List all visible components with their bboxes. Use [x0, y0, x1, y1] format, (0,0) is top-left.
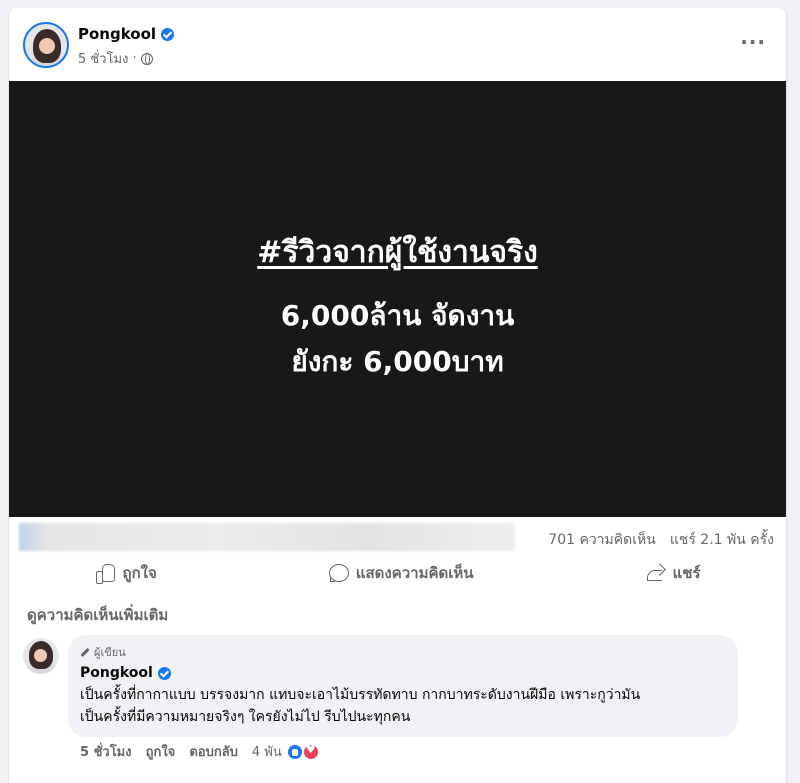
like-button[interactable]: ถูกใจ [95, 561, 157, 585]
share-button[interactable]: แชร์ [645, 561, 701, 585]
post-card: Pongkool 5 ชั่วโมง · ··· #รีวิวจากผู้ใช้… [9, 8, 786, 783]
comment-reactions[interactable]: 4 พัน [252, 741, 320, 762]
more-options-icon[interactable]: ··· [740, 30, 766, 54]
avatar-face [34, 649, 47, 662]
globe-icon [140, 52, 153, 65]
image-title: #รีวิวจากผู้ใช้งานจริง [257, 235, 538, 270]
comment-button[interactable]: แสดงความคิดเห็น [328, 561, 474, 585]
heart-reaction-icon [301, 742, 320, 761]
comment-text: เป็นครั้งที่กากาแบบ บรรจงมาก แทบจะเอาไม้… [80, 684, 726, 728]
pencil-icon [80, 647, 90, 657]
post-time[interactable]: 5 ชั่วโมง [78, 48, 128, 69]
stats-counts: 701 ความคิดเห็น แชร์ 2.1 พัน ครั้ง [548, 529, 774, 551]
comment-author-name[interactable]: Pongkool [80, 665, 153, 681]
author-avatar[interactable] [23, 22, 69, 68]
dot-separator: · [132, 51, 137, 66]
post-header: Pongkool 5 ชั่วโมง · ··· [9, 8, 786, 80]
author-badge-label: ผู้เขียน [94, 646, 126, 659]
post-stats: 701 ความคิดเห็น แชร์ 2.1 พัน ครั้ง [9, 517, 786, 557]
comment-time[interactable]: 5 ชั่วโมง [80, 741, 132, 762]
image-text-line-2: ยังกะ 6,000บาท [291, 345, 504, 378]
comment-bubble: ผู้เขียน Pongkool เป็นครั้งที่กากาแบบ บร… [68, 635, 738, 737]
comments-count[interactable]: 701 ความคิดเห็น [548, 529, 656, 551]
comment-reply-button[interactable]: ตอบกลับ [189, 741, 238, 762]
comment-bubble-icon [328, 563, 349, 583]
post-meta: 5 ชั่วโมง · [78, 48, 153, 69]
share-arrow-icon [645, 563, 665, 583]
verified-badge-icon [161, 27, 175, 41]
comment-text-line-2: เป็นครั้งที่มีความหมายจริงๆ ใครยังไม่ไป … [80, 709, 411, 725]
image-text-line-1: 6,000ล้าน จัดงาน [280, 299, 515, 332]
author-badge: ผู้เขียน [80, 643, 726, 661]
post-actions: ถูกใจ แสดงความคิดเห็น แชร์ [9, 556, 786, 590]
verified-badge-icon [157, 666, 171, 680]
commenter-avatar[interactable] [23, 638, 59, 674]
share-label: แชร์ [672, 564, 701, 582]
reactions-count: 4 พัน [251, 745, 282, 760]
comment-text-line-1: เป็นครั้งที่กากาแบบ บรรจงมาก แทบจะเอาไม้… [80, 687, 641, 703]
comment-label: แสดงความคิดเห็น [355, 564, 474, 582]
comment-author[interactable]: Pongkool [80, 665, 726, 681]
comment-like-button[interactable]: ถูกใจ [146, 741, 176, 762]
like-label: ถูกใจ [122, 564, 157, 582]
avatar-face [39, 38, 55, 54]
post-author[interactable]: Pongkool [78, 25, 175, 43]
view-more-comments[interactable]: ดูความคิดเห็นเพิ่มเติม [27, 603, 168, 627]
shares-count[interactable]: แชร์ 2.1 พัน ครั้ง [670, 529, 774, 551]
blurred-reactions-bar [19, 523, 515, 551]
comment-footer: 5 ชั่วโมง ถูกใจ ตอบกลับ 4 พัน [80, 741, 320, 762]
post-author-name[interactable]: Pongkool [78, 25, 156, 43]
thumbs-up-icon [95, 563, 115, 584]
post-image[interactable]: #รีวิวจากผู้ใช้งานจริง 6,000ล้าน จัดงาน … [9, 81, 786, 517]
